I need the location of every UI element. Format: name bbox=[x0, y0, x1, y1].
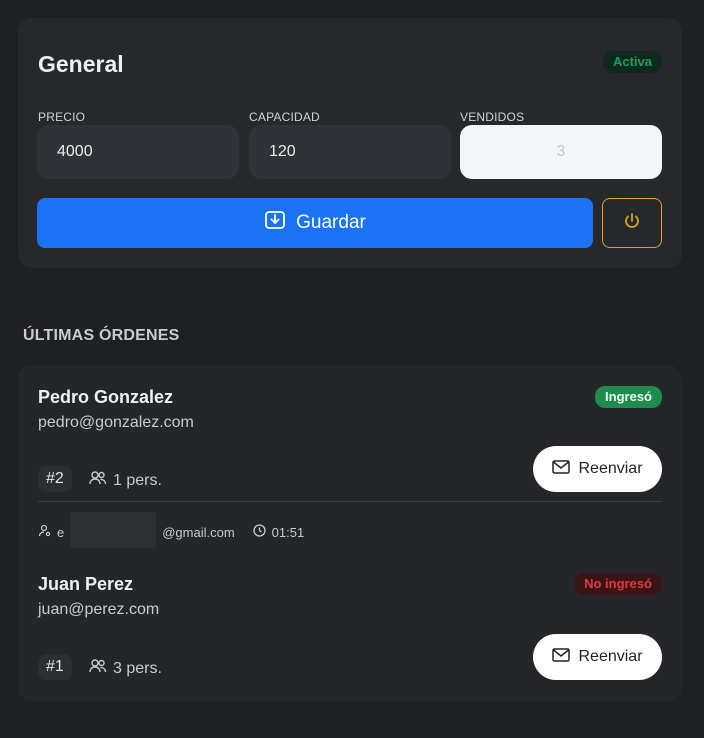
order-persons: 3 pers. bbox=[89, 658, 162, 679]
price-label: PRECIO bbox=[38, 110, 86, 124]
order-status-badge: Ingresó bbox=[595, 386, 662, 408]
capacity-label: CAPACIDAD bbox=[249, 110, 320, 124]
orders-list: Pedro Gonzalez pedro@gonzalez.com Ingres… bbox=[18, 365, 682, 701]
clock-icon bbox=[253, 524, 266, 540]
mail-icon bbox=[552, 459, 571, 479]
persons-label: 1 pers. bbox=[113, 471, 162, 489]
meta-email-suffix: @gmail.com bbox=[162, 524, 235, 540]
order-number: #1 bbox=[38, 654, 72, 680]
mail-icon bbox=[552, 647, 571, 667]
meta-email-prefix: e bbox=[57, 524, 65, 540]
ticket-card: General Activa PRECIO 4000 CAPACIDAD 120… bbox=[18, 18, 682, 268]
resend-label: Reenviar bbox=[578, 648, 643, 665]
price-input[interactable]: 4000 bbox=[37, 125, 239, 179]
order-name: Pedro Gonzalez bbox=[38, 387, 174, 407]
sold-label: VENDIDOS bbox=[460, 110, 525, 124]
save-icon bbox=[264, 209, 286, 237]
order-email: juan@perez.com bbox=[38, 601, 160, 618]
persons-label: 3 pers. bbox=[113, 659, 162, 677]
user-icon bbox=[38, 524, 51, 540]
redacted-block bbox=[70, 512, 157, 548]
divider bbox=[38, 501, 662, 502]
resend-button[interactable]: Reenviar bbox=[533, 446, 662, 492]
order-email: pedro@gonzalez.com bbox=[38, 414, 194, 431]
latest-orders-title: ÚLTIMAS ÓRDENES bbox=[23, 327, 180, 344]
save-label: Guardar bbox=[296, 212, 366, 233]
save-button[interactable]: Guardar bbox=[37, 198, 593, 248]
users-icon bbox=[89, 658, 107, 679]
toggle-power-button[interactable] bbox=[602, 198, 662, 248]
ticket-title: General bbox=[38, 51, 124, 77]
resend-button[interactable]: Reenviar bbox=[533, 634, 662, 680]
resend-label: Reenviar bbox=[578, 460, 643, 477]
users-icon bbox=[89, 470, 107, 491]
order-time: 01:51 bbox=[271, 524, 305, 540]
order-persons: 1 pers. bbox=[89, 470, 162, 491]
status-badge: Activa bbox=[602, 51, 662, 73]
order-name: Juan Perez bbox=[38, 574, 134, 594]
power-icon bbox=[623, 212, 641, 235]
sold-input: 3 bbox=[460, 125, 662, 179]
order-number: #2 bbox=[38, 466, 72, 492]
order-status-badge: No ingresó bbox=[574, 573, 662, 595]
order-meta: e @gmail.com 01:51 bbox=[38, 512, 305, 548]
capacity-input[interactable]: 120 bbox=[249, 125, 451, 179]
